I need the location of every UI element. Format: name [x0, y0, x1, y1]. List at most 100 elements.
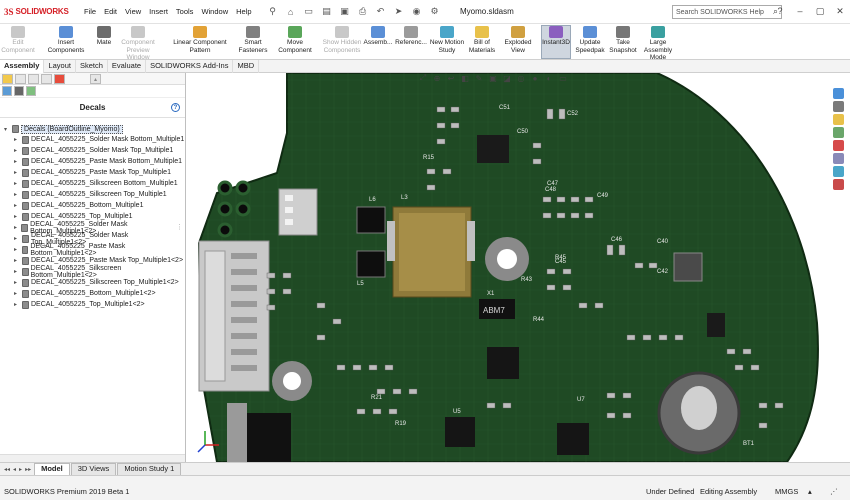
home-icon[interactable]: ⌂: [284, 5, 298, 19]
tree-item[interactable]: ▸ DECAL_4055225_Paste Mask Bottom_Multipl…: [0, 243, 185, 257]
tab-motion-study[interactable]: Motion Study 1: [117, 463, 182, 475]
zoom-to-fit-icon[interactable]: ⤢: [417, 73, 429, 83]
select-arrow-icon[interactable]: ➤: [392, 5, 406, 19]
ribbon-take-snapshot-button[interactable]: Take Snapshot: [609, 26, 637, 54]
design-library-icon[interactable]: [833, 101, 844, 112]
expand-arrow-icon[interactable]: ▸: [14, 246, 22, 253]
tree-item[interactable]: ▸ DECAL_4055225_Solder Mask Bottom_Multip…: [0, 134, 185, 145]
graphics-viewport[interactable]: ABM7 C51 L6 L5 L3 R15 R43 X1 C49 C48 C46…: [187, 73, 833, 462]
previous-view-icon[interactable]: ↩: [445, 73, 457, 83]
view-settings-icon[interactable]: ▭: [557, 73, 569, 83]
ribbon-component-preview-window-button[interactable]: Component Preview Window: [118, 26, 158, 62]
configuration-tab-icon[interactable]: [28, 73, 39, 84]
next-tab-arrow-icon[interactable]: ▸: [19, 466, 22, 473]
tree-item[interactable]: ▸ DECAL_4055225_Bottom_Multiple1: [0, 200, 185, 211]
expand-arrow-icon[interactable]: ▸: [14, 180, 22, 187]
ribbon-move-component-button[interactable]: Move Component: [270, 26, 320, 54]
ribbon-exploded-view-button[interactable]: Exploded View: [498, 26, 538, 54]
menu-view[interactable]: View: [121, 7, 145, 16]
pin-icon[interactable]: ⚲: [266, 5, 280, 19]
menu-window[interactable]: Window: [197, 7, 232, 16]
menu-help[interactable]: Help: [232, 7, 255, 16]
solidworks-logo[interactable]: 3S SOLIDWORKS: [4, 7, 74, 17]
ribbon-instant3d-button[interactable]: Instant3D: [541, 25, 571, 59]
tree-item[interactable]: ▸ DECAL_4055225_Silkscreen Top_Multiple1<…: [0, 277, 185, 288]
expand-arrow-icon[interactable]: ▸: [14, 158, 22, 165]
units-dropdown-icon[interactable]: ▴: [808, 487, 812, 496]
expand-arrow-icon[interactable]: ▸: [14, 290, 22, 297]
tab-3d-views[interactable]: 3D Views: [70, 463, 117, 475]
plm-icon[interactable]: [833, 179, 844, 190]
expand-arrow-icon[interactable]: ▸: [14, 235, 22, 242]
open-folder-icon[interactable]: ▤: [320, 5, 334, 19]
ribbon-new-motion-study-button[interactable]: New Motion Study: [428, 26, 466, 54]
expand-arrow-icon[interactable]: ▸: [14, 202, 22, 209]
expand-arrow-icon[interactable]: ▸: [14, 224, 21, 231]
display-style-icon[interactable]: ◪: [501, 73, 513, 83]
expand-arrow-icon[interactable]: ▸: [14, 279, 22, 286]
ribbon-mate-button[interactable]: Mate: [94, 26, 114, 47]
ribbon-update-speedpak-button[interactable]: Update Speedpak: [575, 26, 605, 54]
tree-item[interactable]: ▸ DECAL_4055225_Silkscreen Bottom_Multipl…: [0, 178, 185, 189]
undo-icon[interactable]: ↶: [374, 5, 388, 19]
expand-arrow-icon[interactable]: ▸: [14, 257, 22, 264]
decals-icon[interactable]: [14, 86, 24, 96]
menu-tools[interactable]: Tools: [172, 7, 198, 16]
help-question-icon[interactable]: ?: [770, 0, 790, 22]
tree-item[interactable]: ▸ DECAL_4055225_Paste Mask Top_Multiple1: [0, 167, 185, 178]
ribbon-smart-fasteners-button[interactable]: Smart Fasteners: [239, 26, 267, 54]
tree-item[interactable]: ▸ DECAL_4055225_Paste Mask Bottom_Multipl…: [0, 156, 185, 167]
appearances-icon[interactable]: [833, 140, 844, 151]
menu-insert[interactable]: Insert: [145, 7, 172, 16]
tree-item[interactable]: ▸ DECAL_4055225_Solder Mask Top_Multiple1: [0, 145, 185, 156]
ribbon-large-assembly-mode-button[interactable]: Large Assembly Mode: [636, 26, 680, 62]
rebuild-icon[interactable]: ◉: [410, 5, 424, 19]
view-palette-icon[interactable]: [833, 127, 844, 138]
help-search-input[interactable]: Search SOLIDWORKS Help ⌕: [672, 5, 782, 19]
solidworks-resources-icon[interactable]: [833, 88, 844, 99]
section-view-icon[interactable]: ◧: [459, 73, 471, 83]
tab-assembly[interactable]: Assembly: [0, 60, 45, 73]
save-icon[interactable]: ▣: [338, 5, 352, 19]
ribbon-assemb-button[interactable]: Assemb...: [364, 26, 392, 47]
dimxpert-tab-icon[interactable]: [41, 73, 52, 84]
resize-grip[interactable]: ⋮: [176, 223, 183, 231]
tree-item[interactable]: ▸ DECAL_4055225_Silkscreen Top_Multiple1: [0, 189, 185, 200]
property-manager-tab-icon[interactable]: [15, 73, 26, 84]
menu-file[interactable]: File: [80, 7, 100, 16]
tree-item[interactable]: ▸ DECAL_4055225_Bottom_Multiple1<2>: [0, 288, 185, 299]
help-icon[interactable]: ?: [171, 103, 180, 112]
menu-edit[interactable]: Edit: [100, 7, 121, 16]
view-orientation-icon[interactable]: ▣: [487, 73, 499, 83]
scene-icon[interactable]: [26, 86, 36, 96]
tab-mbd[interactable]: MBD: [233, 60, 260, 73]
expand-arrow-icon[interactable]: ▸: [14, 213, 22, 220]
ribbon-bill-of-materials-button[interactable]: Bill of Materials: [469, 26, 495, 54]
solidworks-forum-icon[interactable]: [833, 166, 844, 177]
expand-arrow-icon[interactable]: ▾: [4, 126, 12, 133]
ribbon-edit-component-button[interactable]: Edit Component: [1, 26, 35, 54]
expand-arrow-icon[interactable]: ▸: [14, 268, 22, 275]
prev-tab-arrow-icon[interactable]: ◂: [13, 466, 16, 473]
ribbon-linear-component-pattern-button[interactable]: Linear Component Pattern: [162, 26, 238, 54]
resize-grip-icon[interactable]: ⋰: [830, 487, 838, 496]
tab-layout[interactable]: Layout: [44, 60, 76, 73]
panel-horizontal-scrollbar[interactable]: [0, 454, 185, 462]
print-icon[interactable]: ⎙: [356, 5, 370, 19]
last-tab-arrow-icon[interactable]: ▸▸: [25, 466, 31, 473]
expand-arrow-icon[interactable]: ▸: [14, 169, 22, 176]
expand-arrow-icon[interactable]: ▸: [14, 136, 22, 143]
apply-scene-icon[interactable]: ◐: [543, 73, 555, 83]
expand-arrow-icon[interactable]: ▸: [14, 301, 22, 308]
ribbon-show-hidden-components-button[interactable]: Show Hidden Components: [322, 26, 362, 54]
dynamic-annotation-icon[interactable]: ✎: [473, 73, 485, 83]
tree-item[interactable]: ▸ DECAL_4055225_Top_Multiple1<2>: [0, 299, 185, 310]
hide-show-items-icon[interactable]: ◎: [515, 73, 527, 83]
tab-sketch[interactable]: Sketch: [76, 60, 108, 73]
ribbon-insert-components-button[interactable]: Insert Components: [40, 26, 92, 54]
close-icon[interactable]: ✕: [830, 0, 850, 22]
tab-model[interactable]: Model: [34, 463, 70, 475]
new-document-icon[interactable]: ▭: [302, 5, 316, 19]
tree-root[interactable]: ▾ Decals (BoardOutline_Myomo): [0, 124, 185, 134]
minimize-icon[interactable]: –: [790, 0, 810, 22]
